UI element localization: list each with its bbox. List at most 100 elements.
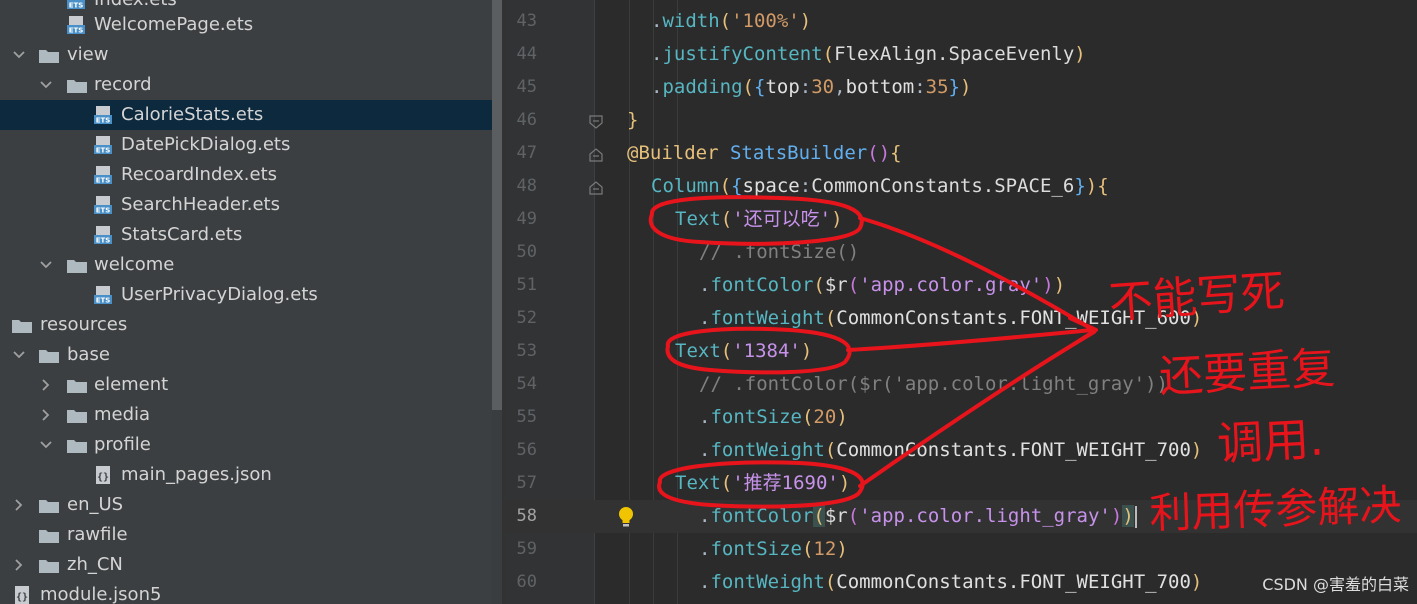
folder-icon xyxy=(39,50,59,63)
chevron-right-icon[interactable] xyxy=(12,498,26,512)
code-text: .padding({top:30,bottom:35}) xyxy=(651,76,972,98)
tree-item-recoardindex-ets[interactable]: ETS RecoardIndex.ets xyxy=(0,160,492,190)
fold-end-icon[interactable] xyxy=(589,115,603,129)
chevron-down-icon[interactable] xyxy=(12,348,26,362)
code-line-55[interactable]: 55 .fontSize(20) xyxy=(505,401,1417,434)
folder-icon xyxy=(39,530,59,543)
code-line-47[interactable]: 47 @Builder StatsBuilder(){ xyxy=(505,137,1417,170)
tree-item-module-json5[interactable]: {} module.json5 xyxy=(0,580,492,604)
tree-item-record-folder[interactable]: record xyxy=(0,70,492,100)
tree-item-label: CalorieStats.ets xyxy=(121,104,264,125)
chevron-down-icon[interactable] xyxy=(12,48,26,62)
lightbulb-icon[interactable] xyxy=(615,505,637,529)
tree-item-view-folder[interactable]: view xyxy=(0,40,492,70)
line-number[interactable]: 58 xyxy=(505,500,537,533)
ets-file-icon: ETS xyxy=(94,136,112,155)
line-number[interactable]: 44 xyxy=(505,38,537,71)
code-line-44[interactable]: 44 .justifyContent(FlexAlign.SpaceEvenly… xyxy=(505,38,1417,71)
tree-item-statscard-ets[interactable]: ETS StatsCard.ets xyxy=(0,220,492,250)
code-line-51[interactable]: 51 .fontColor($r('app.color.gray')) xyxy=(505,269,1417,302)
folder-icon xyxy=(67,410,87,423)
code-line-49[interactable]: 49 Text('还可以吃') xyxy=(505,203,1417,236)
code-line-53[interactable]: 53 Text('1384') xyxy=(505,335,1417,368)
chevron-down-icon[interactable] xyxy=(39,78,53,92)
code-text: } xyxy=(627,109,639,131)
code-line-45[interactable]: 45 .padding({top:30,bottom:35}) xyxy=(505,71,1417,104)
tree-item-welcome-folder[interactable]: welcome xyxy=(0,250,492,280)
tree-item-datepickdialog-ets[interactable]: ETS DatePickDialog.ets xyxy=(0,130,492,160)
tree-item-main-pages-json[interactable]: {} main_pages.json xyxy=(0,460,492,490)
tree-item-profile-folder[interactable]: profile xyxy=(0,430,492,460)
line-number[interactable]: 50 xyxy=(505,236,537,269)
tree-item-caloriestats-ets[interactable]: ETS CalorieStats.ets xyxy=(0,100,492,130)
line-number[interactable]: 46 xyxy=(505,104,537,137)
line-number[interactable]: 47 xyxy=(505,137,537,170)
chevron-right-icon[interactable] xyxy=(39,408,53,422)
code-text: Column({space:CommonConstants.SPACE_6}){ xyxy=(651,175,1109,197)
code-text: .fontWeight(CommonConstants.FONT_WEIGHT_… xyxy=(699,307,1203,329)
chevron-down-icon[interactable] xyxy=(39,438,53,452)
code-line-54[interactable]: 54 // .fontColor($r('app.color.light_gra… xyxy=(505,368,1417,401)
chevron-down-icon[interactable] xyxy=(39,258,53,272)
tree-item-en-us-folder[interactable]: en_US xyxy=(0,490,492,520)
folder-icon xyxy=(67,80,87,93)
tree-item-label: media xyxy=(94,404,151,425)
code-line-57[interactable]: 57 Text('推荐1690') xyxy=(505,467,1417,500)
fold-start-icon[interactable] xyxy=(589,181,603,195)
code-line-46[interactable]: 46 } xyxy=(505,104,1417,137)
tree-item-label: main_pages.json xyxy=(121,464,272,485)
folder-icon xyxy=(67,380,87,393)
line-number[interactable]: 51 xyxy=(505,269,537,302)
tree-item-label: view xyxy=(67,44,109,65)
code-line-59[interactable]: 59 .fontSize(12) xyxy=(505,533,1417,566)
folder-icon xyxy=(39,500,59,513)
tree-item-label: WelcomePage.ets xyxy=(94,14,254,35)
tree-item-searchheader-ets[interactable]: ETS SearchHeader.ets xyxy=(0,190,492,220)
code-line-58[interactable]: 58 .fontColor($r('app.color.light_gray')… xyxy=(505,500,1417,533)
tree-item-media-folder[interactable]: media xyxy=(0,400,492,430)
code-text: .justifyContent(FlexAlign.SpaceEvenly) xyxy=(651,43,1086,65)
tree-item-zh-cn-folder[interactable]: zh_CN xyxy=(0,550,492,580)
tree-scrollbar-thumb[interactable] xyxy=(492,0,502,410)
tree-item-label: UserPrivacyDialog.ets xyxy=(121,284,318,305)
line-number[interactable]: 52 xyxy=(505,302,537,335)
text-caret xyxy=(1134,505,1137,528)
tree-item-label: StatsCard.ets xyxy=(121,224,243,245)
line-number[interactable]: 49 xyxy=(505,203,537,236)
ets-file-icon: ETS xyxy=(94,196,112,215)
tree-item-userprivacydialog-ets[interactable]: ETS UserPrivacyDialog.ets xyxy=(0,280,492,310)
line-number[interactable]: 60 xyxy=(505,566,537,599)
tree-item-label: rawfile xyxy=(67,524,128,545)
tree-item-element-folder[interactable]: element xyxy=(0,370,492,400)
folder-icon xyxy=(12,320,32,333)
code-line-43[interactable]: 43 .width('100%') xyxy=(505,5,1417,38)
chevron-right-icon[interactable] xyxy=(12,558,26,572)
line-number[interactable]: 53 xyxy=(505,335,537,368)
code-line-52[interactable]: 52 .fontWeight(CommonConstants.FONT_WEIG… xyxy=(505,302,1417,335)
svg-text:ETS: ETS xyxy=(69,27,84,35)
fold-start-icon[interactable] xyxy=(589,148,603,162)
line-number[interactable]: 45 xyxy=(505,71,537,104)
chevron-right-icon[interactable] xyxy=(39,378,53,392)
line-number[interactable]: 57 xyxy=(505,467,537,500)
tree-item-welcomepage-ets[interactable]: ETS WelcomePage.ets xyxy=(0,10,492,40)
svg-text:{}: {} xyxy=(16,592,28,603)
ets-file-icon: ETS xyxy=(67,0,85,10)
line-number[interactable]: 48 xyxy=(505,170,537,203)
line-number[interactable]: 55 xyxy=(505,401,537,434)
line-number[interactable]: 43 xyxy=(505,5,537,38)
line-number[interactable]: 56 xyxy=(505,434,537,467)
code-text: .fontWeight(CommonConstants.FONT_WEIGHT_… xyxy=(699,571,1203,593)
svg-text:ETS: ETS xyxy=(96,207,111,215)
tree-item-base-folder[interactable]: base xyxy=(0,340,492,370)
tree-item-resources-folder[interactable]: resources xyxy=(0,310,492,340)
code-line-50[interactable]: 50 // .fontSize() xyxy=(505,236,1417,269)
tree-item-rawfile-folder[interactable]: rawfile xyxy=(0,520,492,550)
code-line-56[interactable]: 56 .fontWeight(CommonConstants.FONT_WEIG… xyxy=(505,434,1417,467)
line-number[interactable]: 54 xyxy=(505,368,537,401)
tree-item-label: SearchHeader.ets xyxy=(121,194,280,215)
line-number[interactable]: 59 xyxy=(505,533,537,566)
code-editor[interactable]: 43 .width('100%') 44 .justifyContent(Fle… xyxy=(505,0,1417,604)
code-line-48[interactable]: 48 Column({space:CommonConstants.SPACE_6… xyxy=(505,170,1417,203)
code-text: Text('还可以吃') xyxy=(675,208,843,230)
